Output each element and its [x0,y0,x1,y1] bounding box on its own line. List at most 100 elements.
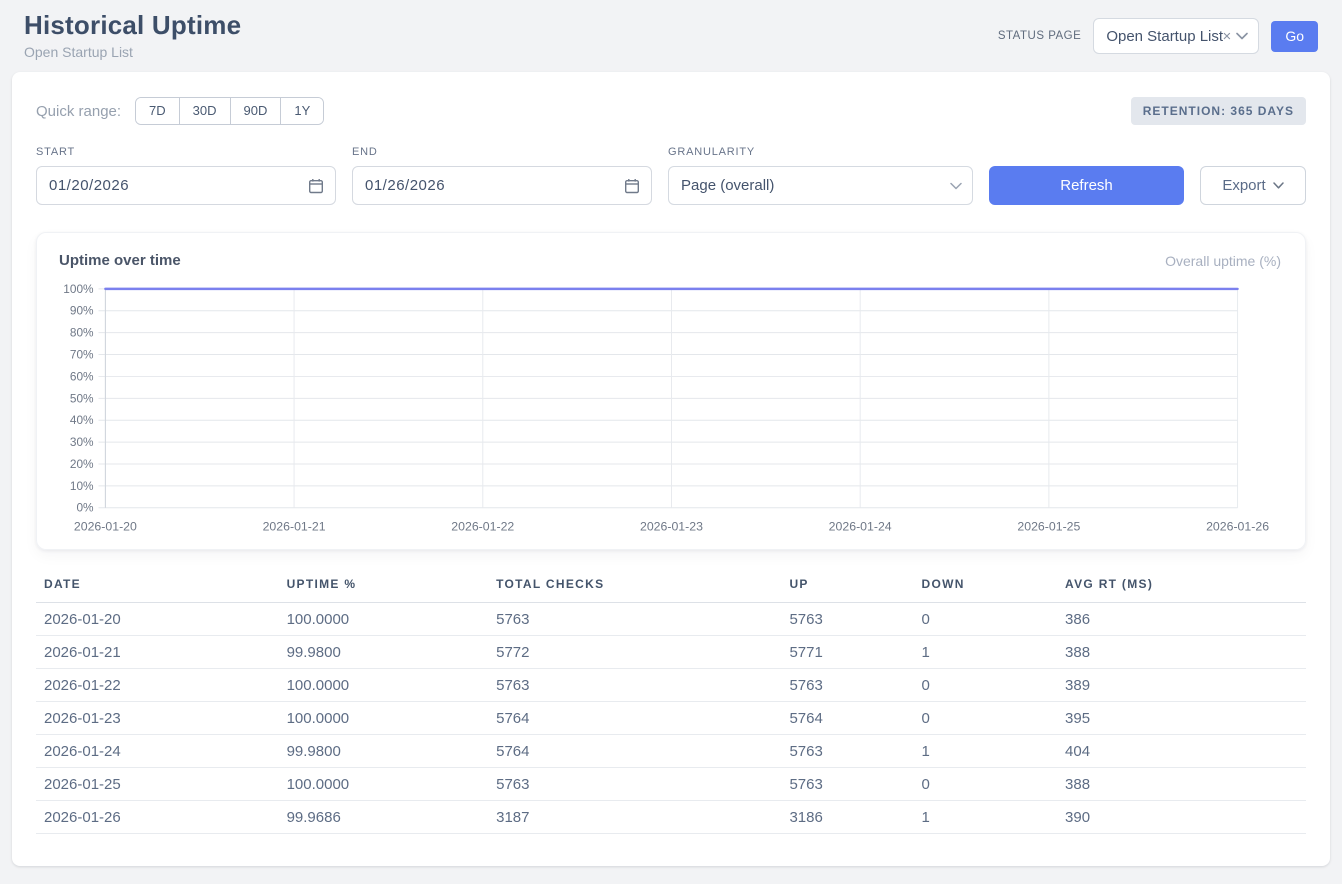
svg-text:2026-01-26: 2026-01-26 [1206,519,1269,533]
table-cell: 388 [1057,768,1306,801]
table-row: 2026-01-2499.9800576457631404 [36,735,1306,768]
table-cell: 0 [914,702,1058,735]
table-cell: 5763 [781,768,913,801]
quick-range-group: 7D30D90D1Y [135,97,324,125]
page-subtitle: Open Startup List [24,44,241,60]
svg-text:0%: 0% [76,501,94,515]
col-down: DOWN [914,573,1058,603]
uptime-table-body: 2026-01-20100.00005763576303862026-01-21… [36,603,1306,834]
table-cell: 0 [914,669,1058,702]
uptime-table-wrap: DATE UPTIME % TOTAL CHECKS UP DOWN AVG R… [36,573,1306,834]
clear-icon[interactable]: × [1223,28,1232,45]
table-cell: 100.0000 [279,768,489,801]
table-cell: 3186 [781,801,913,834]
svg-text:100%: 100% [63,282,94,296]
header-controls: STATUS PAGE Open Startup List × Go [998,18,1318,54]
status-page-selected-value: Open Startup List [1106,28,1222,45]
svg-text:20%: 20% [70,457,94,471]
table-cell: 5764 [488,702,781,735]
table-cell: 5763 [781,603,913,636]
table-cell: 2026-01-25 [36,768,279,801]
table-cell: 395 [1057,702,1306,735]
page-title: Historical Uptime [24,10,241,41]
status-page-select[interactable]: Open Startup List × [1093,18,1259,54]
start-date-input[interactable] [36,166,336,205]
svg-text:10%: 10% [70,479,94,493]
chart-legend: Overall uptime (%) [1165,253,1281,269]
table-cell: 99.9686 [279,801,489,834]
svg-text:60%: 60% [70,369,94,383]
table-cell: 2026-01-22 [36,669,279,702]
table-cell: 5763 [488,669,781,702]
end-date-input[interactable] [352,166,652,205]
table-cell: 5763 [488,603,781,636]
go-button[interactable]: Go [1271,21,1318,52]
table-cell: 2026-01-23 [36,702,279,735]
svg-text:70%: 70% [70,347,94,361]
table-cell: 5772 [488,636,781,669]
table-cell: 100.0000 [279,603,489,636]
col-total-checks: TOTAL CHECKS [488,573,781,603]
table-row: 2026-01-23100.0000576457640395 [36,702,1306,735]
table-cell: 5763 [488,768,781,801]
svg-text:2026-01-23: 2026-01-23 [640,519,703,533]
svg-text:30%: 30% [70,435,94,449]
main-card: Quick range: 7D30D90D1Y RETENTION: 365 D… [12,72,1330,866]
table-cell: 99.9800 [279,636,489,669]
export-label: Export [1222,177,1265,194]
svg-text:2026-01-21: 2026-01-21 [263,519,326,533]
table-cell: 99.9800 [279,735,489,768]
refresh-button[interactable]: Refresh [989,166,1184,205]
filters-row: START END GRANULARITY Page (overall) Ref… [36,146,1306,205]
table-cell: 100.0000 [279,702,489,735]
end-date-field: END [352,146,652,205]
end-label: END [352,146,652,158]
table-cell: 100.0000 [279,669,489,702]
start-label: START [36,146,336,158]
chevron-down-icon [1273,182,1284,189]
quick-range-30d-button[interactable]: 30D [179,98,230,124]
table-cell: 1 [914,735,1058,768]
chevron-down-icon [1236,32,1248,40]
table-cell: 1 [914,801,1058,834]
table-cell: 5771 [781,636,913,669]
col-avg-rt: AVG RT (MS) [1057,573,1306,603]
table-cell: 5764 [488,735,781,768]
table-cell: 5764 [781,702,913,735]
table-cell: 5763 [781,735,913,768]
table-cell: 1 [914,636,1058,669]
status-page-label: STATUS PAGE [998,30,1081,42]
chart-title: Uptime over time [59,252,181,269]
table-header-row: DATE UPTIME % TOTAL CHECKS UP DOWN AVG R… [36,573,1306,603]
svg-text:90%: 90% [70,304,94,318]
table-cell: 0 [914,603,1058,636]
svg-text:2026-01-22: 2026-01-22 [451,519,514,533]
quick-range-1y-button[interactable]: 1Y [280,98,323,124]
table-row: 2026-01-2199.9800577257711388 [36,636,1306,669]
granularity-select[interactable]: Page (overall) [668,166,973,205]
table-cell: 386 [1057,603,1306,636]
svg-text:2026-01-25: 2026-01-25 [1017,519,1080,533]
table-cell: 388 [1057,636,1306,669]
svg-text:2026-01-24: 2026-01-24 [829,519,892,533]
svg-text:2026-01-20: 2026-01-20 [74,519,137,533]
table-row: 2026-01-2699.9686318731861390 [36,801,1306,834]
table-cell: 5763 [781,669,913,702]
uptime-line-chart-svg: 0%10%20%30%40%50%60%70%80%90%100%2026-01… [59,279,1281,537]
page-header: Historical Uptime Open Startup List STAT… [0,0,1342,72]
export-button[interactable]: Export [1200,166,1306,205]
quick-range-row: Quick range: 7D30D90D1Y RETENTION: 365 D… [36,97,1306,125]
quick-range-7d-button[interactable]: 7D [136,98,179,124]
table-cell: 2026-01-21 [36,636,279,669]
table-row: 2026-01-22100.0000576357630389 [36,669,1306,702]
quick-range-90d-button[interactable]: 90D [230,98,281,124]
table-cell: 2026-01-20 [36,603,279,636]
col-up: UP [781,573,913,603]
table-cell: 2026-01-26 [36,801,279,834]
table-cell: 389 [1057,669,1306,702]
svg-text:80%: 80% [70,326,94,340]
chevron-down-icon [950,182,962,190]
granularity-label: GRANULARITY [668,146,973,158]
granularity-field: GRANULARITY Page (overall) [668,146,973,205]
quick-range-label: Quick range: [36,103,121,120]
